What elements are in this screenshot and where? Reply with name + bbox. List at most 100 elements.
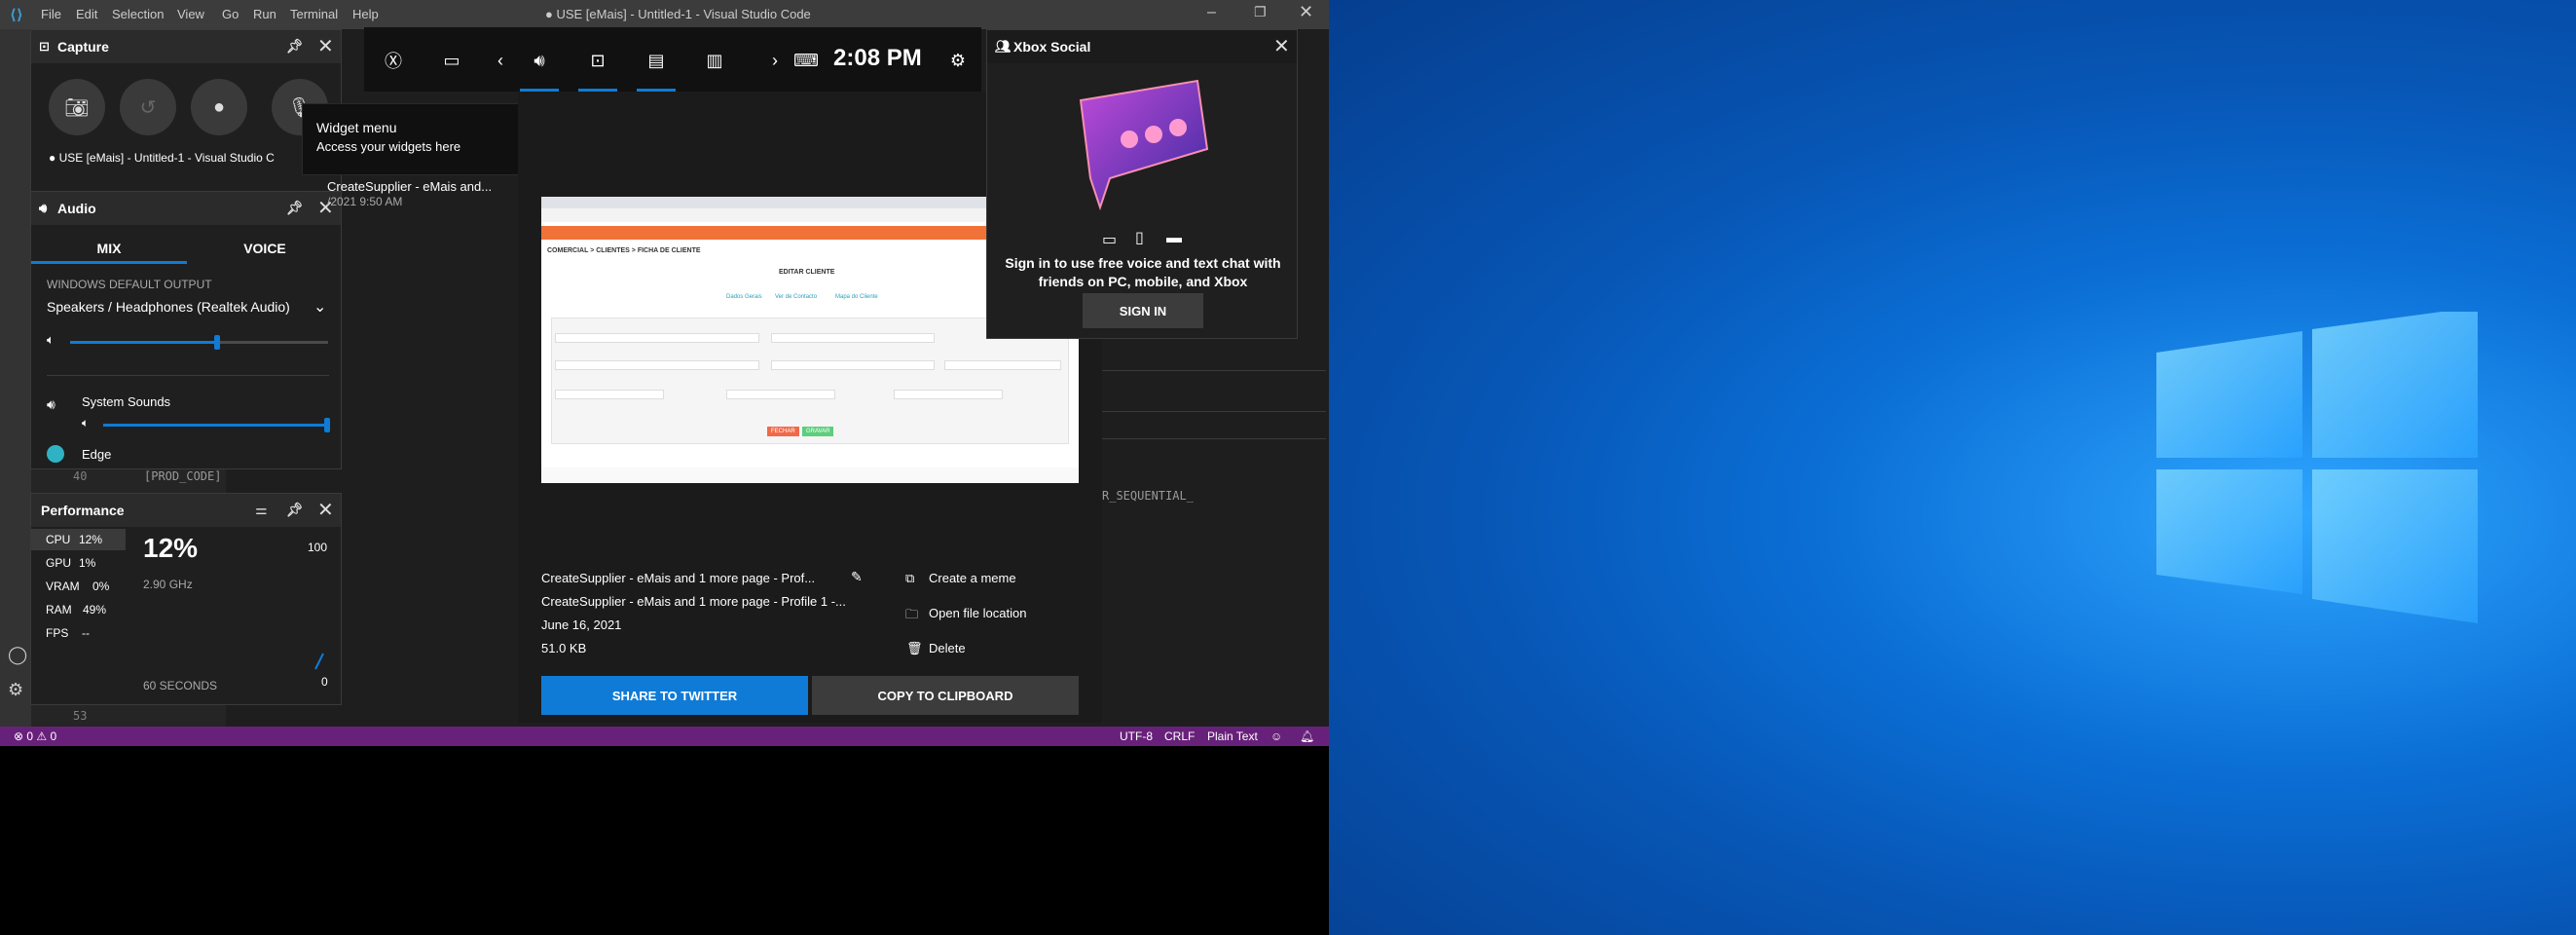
capture-widget-icon[interactable]: ⊡ (580, 43, 615, 78)
record-button[interactable]: ● (191, 79, 247, 135)
xbox-social-header: 👥︎ Xbox Social ✕ (987, 30, 1297, 63)
restore-icon[interactable]: ❐ (1254, 4, 1267, 20)
graph-min: 0 (321, 675, 328, 689)
screenshot-size: 51.0 KB (541, 641, 587, 655)
audio-header: 🔊︎ Audio 📌︎ ✕ (31, 192, 341, 225)
tab-mix[interactable]: MIX (31, 231, 187, 264)
metric-label[interactable]: RAM (46, 603, 72, 617)
performance-widget-icon[interactable]: ▤ (639, 43, 674, 78)
chat-bubble-illustration (1079, 79, 1209, 211)
audio-widget-icon[interactable]: 🔊︎ (522, 43, 557, 78)
menu-selection[interactable]: Selection (112, 7, 164, 21)
settings-gear-icon[interactable]: ⚙ (940, 43, 975, 78)
menu-go[interactable]: Go (222, 7, 239, 21)
metric-value: -- (82, 626, 90, 640)
open-file-location-button[interactable]: Open file location (929, 606, 1026, 620)
delete-button[interactable]: Delete (929, 641, 966, 655)
desktop-background (1329, 0, 2576, 935)
close-icon[interactable]: ✕ (317, 498, 334, 522)
pc-icon: ▭ (1102, 232, 1118, 248)
metric-value: 0% (92, 580, 110, 593)
mobile-icon: ▯ (1135, 230, 1144, 246)
graph-duration: 60 SECONDS (143, 679, 218, 692)
share-twitter-button[interactable]: SHARE TO TWITTER (541, 676, 808, 715)
metric-value: 12% (79, 533, 103, 546)
xbox-social-widget: 👥︎ Xbox Social ✕ ▭ ▯ ▬ Sign in to use fr… (986, 29, 1298, 339)
performance-title: Performance (41, 503, 125, 518)
sign-in-button[interactable]: SIGN IN (1083, 293, 1203, 328)
close-icon[interactable]: ✕ (317, 34, 334, 58)
settings-gear-icon[interactable]: ⚙ (8, 680, 23, 700)
encoding-indicator[interactable]: UTF-8 (1120, 729, 1153, 743)
window-title: ● USE [eMais] - Untitled-1 - Visual Stud… (545, 7, 811, 21)
menu-terminal[interactable]: Terminal (290, 7, 338, 21)
status-bar: ⊗ 0 ⚠ 0 UTF-8 CRLF Plain Text ☺ 🔔︎ (0, 727, 1329, 746)
code-text: [PROD_CODE] (144, 469, 222, 483)
vscode-logo-icon: ⟨⟩ (10, 7, 23, 23)
pin-icon[interactable]: 📌︎ (286, 200, 304, 216)
console-icon: ▬ (1166, 230, 1182, 246)
eol-indicator[interactable]: CRLF (1164, 729, 1195, 743)
language-indicator[interactable]: Plain Text (1207, 729, 1258, 743)
screenshot-button[interactable]: 📷︎ (49, 79, 105, 135)
notifications-icon[interactable]: 🔔︎ (1300, 729, 1314, 743)
copy-clipboard-button[interactable]: COPY TO CLIPBOARD (812, 676, 1079, 715)
menu-view[interactable]: View (177, 7, 204, 21)
preview-breadcrumb: COMERCIAL > CLIENTES > FICHA DE CLIENTE (547, 247, 701, 254)
feedback-icon[interactable]: ☺ (1270, 729, 1282, 743)
master-volume-slider[interactable] (70, 335, 328, 350)
chevron-left-icon[interactable]: ‹ (483, 43, 518, 78)
preview-button: GRAVAR (802, 427, 834, 436)
line-number: 40 (73, 469, 88, 483)
menu-help[interactable]: Help (352, 7, 379, 21)
capture-title: Capture (57, 39, 109, 55)
cpu-graph-line (314, 653, 324, 670)
capture-header: ⊡ Capture 📌︎ ✕ (31, 30, 341, 63)
preview-button: FECHAR (767, 427, 799, 436)
cpu-frequency: 2.90 GHz (143, 578, 193, 591)
widget-menu-icon[interactable]: ▭ (434, 43, 469, 78)
close-icon[interactable]: ✕ (1273, 34, 1290, 58)
create-meme-button[interactable]: Create a meme (929, 571, 1016, 585)
metric-label[interactable]: CPU (46, 533, 70, 546)
options-icon[interactable]: ⚌ (255, 502, 268, 518)
speaker-icon: 🔊︎ (39, 201, 48, 215)
people-icon: 👥︎ (995, 39, 1012, 54)
record-last-button[interactable]: ↺ (120, 79, 176, 135)
audio-widget: 🔊︎ Audio 📌︎ ✕ MIX VOICE WINDOWS DEFAULT … (30, 191, 342, 469)
menu-file[interactable]: File (41, 7, 61, 21)
chevron-down-icon[interactable]: ⌄ (313, 297, 326, 317)
gallery-widget-icon[interactable]: ▥ (697, 43, 732, 78)
edit-pencil-icon[interactable]: ✎ (851, 569, 863, 585)
chevron-right-icon[interactable]: › (757, 43, 792, 78)
tooltip-title: Widget menu (316, 120, 397, 135)
metric-label[interactable]: FPS (46, 626, 68, 640)
meme-icon: ⧉ (905, 571, 915, 585)
gallery-item-title[interactable]: CreateSupplier - eMais and... (327, 179, 492, 194)
tab-voice[interactable]: VOICE (187, 231, 343, 264)
graph-max: 100 (308, 541, 328, 554)
app-name: System Sounds (82, 394, 171, 409)
cpu-big-value: 12% (143, 533, 199, 563)
volume-icon: 🔈︎ (47, 332, 55, 347)
screenshot-date: June 16, 2021 (541, 617, 622, 632)
metric-label[interactable]: VRAM (46, 580, 80, 593)
mouse-icon[interactable]: ⌨ (789, 43, 824, 78)
xbox-social-title: Xbox Social (1013, 39, 1091, 55)
account-icon[interactable]: ◯ (8, 645, 27, 665)
problems-indicator[interactable]: ⊗ 0 ⚠ 0 (14, 729, 56, 743)
pin-icon[interactable]: 📌︎ (286, 502, 304, 518)
capture-target-text: ● USE [eMais] - Untitled-1 - Visual Stud… (49, 151, 275, 165)
menu-edit[interactable]: Edit (76, 7, 97, 21)
line-number: 53 (73, 709, 88, 723)
close-icon[interactable]: ✕ (1299, 2, 1313, 22)
metric-label[interactable]: GPU (46, 556, 71, 570)
output-device-select[interactable]: Speakers / Headphones (Realtek Audio) (47, 299, 290, 315)
folder-icon: 🗀 (905, 607, 919, 621)
menu-run[interactable]: Run (253, 7, 276, 21)
minimize-icon[interactable]: – (1207, 4, 1216, 21)
xbox-icon[interactable]: Ⓧ (376, 43, 411, 78)
preview-tab: Dados Gerais (726, 294, 762, 300)
pin-icon[interactable]: 📌︎ (286, 38, 304, 55)
system-sounds-slider[interactable] (103, 418, 330, 432)
